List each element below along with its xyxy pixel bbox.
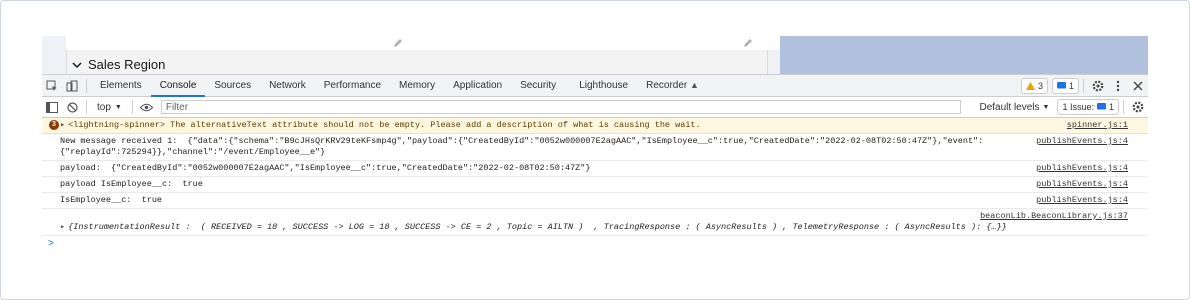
more-options-icon[interactable]: [1108, 75, 1128, 96]
source-link[interactable]: publishEvents.js:4: [1036, 136, 1128, 147]
divider: [86, 78, 87, 93]
log-text: payload IsEmployee__c: true: [60, 179, 203, 189]
console-warning-row: 3 ▸ <lightning-spinner> The alternativeTe…: [42, 118, 1148, 134]
tab-security[interactable]: Security: [511, 75, 565, 96]
log-levels-dropdown[interactable]: Default levels ▼: [979, 102, 1049, 113]
edit-pencil-icon[interactable]: [392, 37, 404, 49]
divider: [131, 100, 133, 114]
devtools-tabbar: Elements Console Sources Network Perform…: [42, 75, 1148, 97]
chevron-down-icon: [72, 61, 82, 68]
device-toolbar-icon[interactable]: [62, 75, 82, 96]
source-link[interactable]: publishEvents.js:4: [1036, 163, 1128, 174]
tab-elements[interactable]: Elements: [91, 75, 151, 96]
tab-network[interactable]: Network: [260, 75, 315, 96]
source-link[interactable]: publishEvents.js:4: [1036, 179, 1128, 190]
edit-pencil-icon[interactable]: [742, 37, 754, 49]
warning-repeat-count: 3: [49, 120, 59, 130]
tab-recorder-label: Recorder: [646, 80, 688, 91]
live-expression-eye-icon[interactable]: [137, 97, 157, 118]
beacon-text: {InstrumentationResult : ( RECEIVED = 18…: [68, 222, 1007, 232]
dropdown-arrow-icon: ▼: [1042, 103, 1050, 111]
log-text: IsEmployee__c: true: [60, 195, 163, 205]
expand-triangle-icon[interactable]: ▸: [60, 222, 65, 233]
levels-label: Default levels: [979, 101, 1040, 113]
section-header[interactable]: Sales Region: [72, 57, 165, 72]
message-icon: [1056, 81, 1066, 88]
flask-icon: ▲: [690, 80, 699, 90]
messages-badge[interactable]: 1: [1051, 77, 1079, 94]
tab-recorder[interactable]: Recorder ▲: [637, 75, 708, 96]
sidebar-toggle-icon[interactable]: [42, 97, 62, 118]
console-output: 3 ▸ <lightning-spinner> The alternativeTe…: [42, 118, 1148, 250]
issue-count: 1: [1108, 102, 1114, 112]
tab-sources[interactable]: Sources: [205, 75, 260, 96]
record-card-field-row: [66, 36, 780, 50]
source-link[interactable]: spinner.js:1: [1067, 120, 1128, 131]
filter-input[interactable]: Filter: [160, 100, 961, 114]
expand-triangle-icon[interactable]: ▸: [60, 120, 65, 131]
source-link[interactable]: publishEvents.js:4: [1036, 195, 1128, 206]
console-toolbar: top ▼ Filter Default levels ▼ 1 Issue: 1: [42, 97, 1148, 118]
divider: [1083, 78, 1084, 93]
warnings-count: 3: [1037, 80, 1043, 91]
log-text: payload: {"CreatedById":"0052w000007E2ag…: [60, 163, 591, 173]
tab-lighthouse[interactable]: Lighthouse: [565, 75, 637, 96]
divider: [1123, 100, 1124, 114]
messages-count: 1: [1068, 80, 1074, 91]
console-settings-gear-icon[interactable]: [1128, 97, 1148, 118]
warning-text: <lightning-spinner> The alternativeText …: [68, 120, 701, 130]
section-title: Sales Region: [88, 57, 166, 72]
console-log-row: beaconLib.BeaconLibrary.js:37 ▸ {Instrume…: [42, 209, 1148, 236]
gear-icon[interactable]: [1088, 75, 1108, 96]
message-icon: [1096, 103, 1106, 110]
clear-console-icon[interactable]: [62, 97, 82, 118]
tab-performance[interactable]: Performance: [315, 75, 390, 96]
page-side-panel: [780, 36, 1148, 76]
devtools-panel: Elements Console Sources Network Perform…: [42, 74, 1148, 255]
close-icon[interactable]: [1128, 75, 1148, 96]
console-log-row: payload IsEmployee__c: true publishEvent…: [42, 177, 1148, 193]
tab-memory[interactable]: Memory: [390, 75, 444, 96]
console-log-row: IsEmployee__c: true publishEvents.js:4: [42, 193, 1148, 209]
warning-icon: [1025, 81, 1035, 90]
console-prompt[interactable]: >: [42, 236, 1148, 250]
issue-label: 1 Issue:: [1062, 102, 1094, 112]
context-label: top: [97, 101, 111, 113]
warnings-badge[interactable]: 3: [1020, 77, 1048, 94]
console-log-row: New message received 1: {"data":{"schema…: [42, 134, 1148, 161]
divider: [86, 100, 87, 114]
source-link[interactable]: beaconLib.BeaconLibrary.js:37: [980, 211, 1128, 222]
console-log-row: payload: {"CreatedById":"0052w000007E2ag…: [42, 161, 1148, 177]
dropdown-arrow-icon: ▼: [114, 103, 122, 111]
issues-button[interactable]: 1 Issue: 1: [1057, 99, 1119, 115]
tab-application[interactable]: Application: [444, 75, 511, 96]
context-selector[interactable]: top ▼: [97, 102, 122, 113]
tab-console[interactable]: Console: [150, 75, 206, 97]
log-text: New message received 1: {"data":{"schema…: [60, 136, 984, 157]
inspect-element-icon[interactable]: [42, 75, 62, 96]
